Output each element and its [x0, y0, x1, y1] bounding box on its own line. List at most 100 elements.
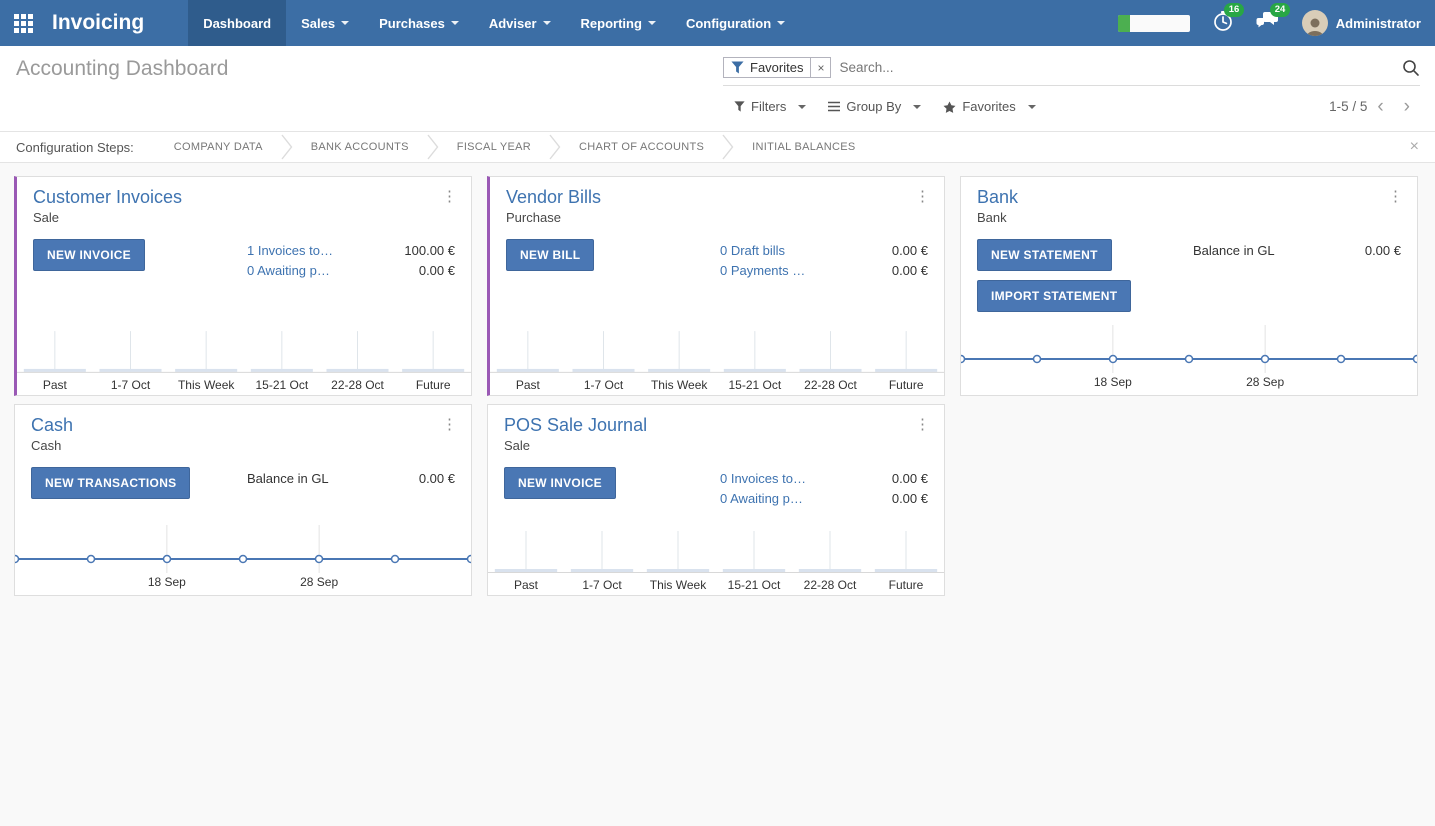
- apps-menu-button[interactable]: [0, 0, 46, 46]
- nav-item-adviser[interactable]: Adviser: [474, 0, 566, 46]
- favorites-button[interactable]: Favorites: [932, 95, 1046, 118]
- new-invoice-button[interactable]: NEW INVOICE: [33, 239, 145, 271]
- chart-category-label: Past: [17, 378, 93, 392]
- bar-chart-labels: Past1-7 OctThis Week15-21 Oct22-28 OctFu…: [17, 374, 471, 395]
- bar-chart: Past1-7 OctThis Week15-21 Oct22-28 OctFu…: [488, 529, 944, 595]
- kebab-menu-icon[interactable]: ⋮: [1380, 185, 1411, 207]
- facet-label: Favorites: [750, 60, 803, 75]
- nav-item-configuration[interactable]: Configuration: [671, 0, 800, 46]
- search-icon: [1402, 59, 1420, 77]
- config-steps: COMPANY DATA BANK ACCOUNTS FISCAL YEAR CHAR…: [156, 133, 874, 161]
- pager-previous-icon[interactable]: ‹: [1367, 97, 1393, 116]
- new-statement-button[interactable]: NEW STATEMENT: [977, 239, 1112, 271]
- figure-link[interactable]: 0 Draft bills: [720, 243, 785, 258]
- figure-amount: 0.00 €: [419, 263, 455, 278]
- chart-category-label: 15-21 Oct: [716, 578, 792, 592]
- close-icon[interactable]: ×: [1406, 138, 1423, 156]
- config-step-company-data[interactable]: COMPANY DATA: [156, 141, 281, 153]
- search-facet: Favorites ×: [723, 57, 831, 78]
- card-buttons: NEW STATEMENT IMPORT STATEMENT: [977, 239, 1131, 312]
- figure-link[interactable]: 0 Payments …: [720, 263, 805, 278]
- caret-down-icon: [648, 21, 656, 25]
- nav-item-label: Adviser: [489, 16, 537, 31]
- pager-next-icon[interactable]: ›: [1394, 97, 1420, 116]
- chart-category-label: Past: [490, 378, 566, 392]
- new-invoice-button[interactable]: NEW INVOICE: [504, 467, 616, 499]
- avatar[interactable]: [1302, 10, 1328, 36]
- new-transactions-button[interactable]: NEW TRANSACTIONS: [31, 467, 190, 499]
- card-title[interactable]: POS Sale Journal: [504, 415, 647, 436]
- favorites-label: Favorites: [962, 99, 1015, 114]
- figure-link[interactable]: 0 Invoices to…: [720, 471, 806, 486]
- user-menu[interactable]: Administrator: [1336, 16, 1421, 31]
- figure-link[interactable]: 0 Awaiting p…: [247, 263, 330, 278]
- figure-amount: 0.00 €: [419, 471, 455, 486]
- card-title[interactable]: Bank: [977, 187, 1018, 208]
- chart-category-label: 1-7 Oct: [566, 378, 642, 392]
- page-title: Accounting Dashboard: [16, 57, 228, 81]
- facet-remove-icon[interactable]: ×: [810, 58, 830, 77]
- nav-item-label: Sales: [301, 16, 335, 31]
- nav-item-label: Purchases: [379, 16, 445, 31]
- config-step-fiscal-year[interactable]: FISCAL YEAR: [439, 141, 549, 153]
- figure-amount: 0.00 €: [1365, 243, 1401, 258]
- config-step-bank-accounts[interactable]: BANK ACCOUNTS: [293, 141, 427, 153]
- figure-amount: 0.00 €: [892, 243, 928, 258]
- nav-item-sales[interactable]: Sales: [286, 0, 364, 46]
- nav-item-reporting[interactable]: Reporting: [566, 0, 671, 46]
- kebab-menu-icon[interactable]: ⋮: [907, 413, 938, 435]
- trial-progress-bar[interactable]: [1118, 15, 1190, 32]
- kebab-menu-icon[interactable]: ⋮: [434, 413, 465, 435]
- pager-range: 1-5 / 5: [1329, 99, 1367, 114]
- chart-x-label: 18 Sep: [148, 575, 186, 589]
- card-title[interactable]: Customer Invoices: [33, 187, 182, 208]
- line-chart-labels: 18 Sep28 Sep: [15, 573, 471, 595]
- caret-down-icon: [913, 105, 921, 109]
- top-menu: Dashboard Sales Purchases Adviser ReportingC…: [188, 0, 800, 46]
- card-title[interactable]: Vendor Bills: [506, 187, 601, 208]
- line-chart-labels: 18 Sep28 Sep: [961, 373, 1417, 395]
- activities-button[interactable]: 16: [1212, 10, 1234, 37]
- new-bill-button[interactable]: NEW BILL: [506, 239, 594, 271]
- search-button[interactable]: [1394, 59, 1420, 77]
- kebab-menu-icon[interactable]: ⋮: [907, 185, 938, 207]
- figure-link[interactable]: 0 Awaiting p…: [720, 491, 803, 506]
- figure-row: 0 Awaiting p… 0.00 €: [247, 263, 455, 278]
- nav-item-dashboard[interactable]: Dashboard: [188, 0, 286, 46]
- chart-category-label: 22-28 Oct: [320, 378, 396, 392]
- figure-row: 0 Invoices to…0.00 €: [720, 471, 928, 486]
- card-title[interactable]: Cash: [31, 415, 73, 436]
- nav-item-label: Dashboard: [203, 16, 271, 31]
- search-input[interactable]: [839, 60, 1394, 75]
- config-step-chart-of-accounts[interactable]: CHART OF ACCOUNTS: [561, 141, 722, 153]
- filters-button[interactable]: Filters: [723, 95, 817, 118]
- figure-amount: 0.00 €: [892, 263, 928, 278]
- filter-funnel-icon: [734, 101, 745, 112]
- chart-category-label: 1-7 Oct: [564, 578, 640, 592]
- facet-favorites[interactable]: Favorites: [724, 58, 810, 77]
- nav-item-purchases[interactable]: Purchases: [364, 0, 474, 46]
- chart-category-label: Future: [868, 578, 944, 592]
- app-name[interactable]: Invoicing: [46, 0, 188, 46]
- card-figures: Balance in GL0.00 €: [247, 471, 455, 491]
- chevron-right-icon: [281, 133, 293, 161]
- chevron-right-icon: [549, 133, 561, 161]
- figure-row: 0 Awaiting p…0.00 €: [720, 491, 928, 506]
- chart-category-label: This Week: [641, 378, 717, 392]
- caret-down-icon: [543, 21, 551, 25]
- search-zone: Favorites × Filters: [723, 57, 1420, 118]
- figure-row: 0 Payments … 0.00 €: [720, 263, 928, 278]
- kebab-menu-icon[interactable]: ⋮: [434, 185, 465, 207]
- card-figures: 0 Invoices to…0.00 € 0 Awaiting p…0.00 €: [720, 471, 928, 511]
- user-silhouette-icon: [1303, 14, 1327, 36]
- import-statement-button[interactable]: IMPORT STATEMENT: [977, 280, 1131, 312]
- card-subtitle: Sale: [504, 438, 530, 453]
- pager: 1-5 / 5 ‹ ›: [1329, 97, 1420, 116]
- config-step-initial-balances[interactable]: INITIAL BALANCES: [734, 141, 873, 153]
- line-chart: 18 Sep28 Sep: [961, 325, 1417, 395]
- group-by-button[interactable]: Group By: [817, 95, 932, 118]
- chart-category-label: 22-28 Oct: [792, 578, 868, 592]
- figure-link[interactable]: 1 Invoices to…: [247, 243, 333, 258]
- messages-button[interactable]: 24: [1256, 10, 1280, 37]
- card-subtitle: Cash: [31, 438, 61, 453]
